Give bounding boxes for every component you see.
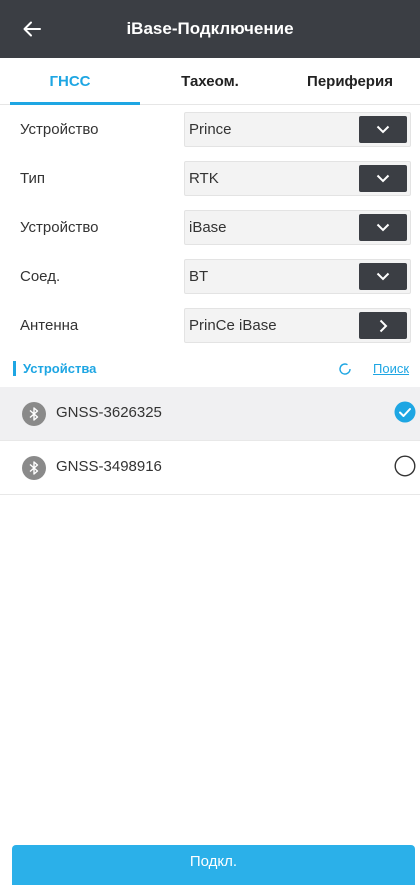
antenna-label: Антенна: [20, 317, 79, 334]
form-row-model: Устройство iBase: [0, 203, 420, 252]
device-value: Prince: [189, 121, 232, 138]
connect-button[interactable]: Подкл.: [12, 845, 415, 885]
device-select[interactable]: Prince: [184, 112, 411, 147]
device-dropdown-button[interactable]: [359, 116, 407, 143]
tab-gnss[interactable]: ГНСС: [0, 58, 140, 105]
device-list: GNSS-3626325 GNSS-3498916: [0, 387, 420, 495]
antenna-value: PrinCe iBase: [189, 317, 277, 334]
type-select[interactable]: RTK: [184, 161, 411, 196]
chevron-down-icon: [376, 174, 390, 183]
list-item-device-2[interactable]: GNSS-3498916: [0, 441, 420, 495]
form-row-connection: Соед. BT: [0, 252, 420, 301]
chevron-right-icon: [379, 319, 387, 332]
arrow-left-icon: [23, 21, 41, 37]
form-row-antenna: Антенна PrinCe iBase: [0, 301, 420, 350]
type-dropdown-button[interactable]: [359, 165, 407, 192]
device-name: GNSS-3498916: [56, 458, 162, 475]
device-name: GNSS-3626325: [56, 404, 162, 421]
model-label: Устройство: [20, 219, 99, 236]
tab-bar: ГНСС Тахеом. Периферия: [0, 58, 420, 105]
bluetooth-icon: [22, 402, 46, 426]
connection-form: Устройство Prince Тип RTK Устройство iBa…: [0, 105, 420, 350]
tab-peripherals[interactable]: Периферия: [280, 58, 420, 104]
type-value: RTK: [189, 170, 219, 187]
app-header: iBase-Подключение: [0, 0, 420, 58]
connection-value: BT: [189, 268, 209, 285]
search-link[interactable]: Поиск: [373, 361, 409, 376]
devices-header: Устройства Поиск: [0, 352, 420, 386]
tab-total-station[interactable]: Тахеом.: [140, 58, 280, 104]
back-button[interactable]: [16, 13, 48, 45]
devices-title: Устройства: [13, 361, 96, 376]
list-item-device-1[interactable]: GNSS-3626325: [0, 387, 420, 441]
refresh-icon[interactable]: [338, 362, 352, 376]
bluetooth-icon: [22, 456, 46, 480]
antenna-open-button[interactable]: [359, 312, 407, 339]
page-title: iBase-Подключение: [126, 19, 294, 38]
chevron-down-icon: [376, 272, 390, 281]
type-label: Тип: [20, 170, 46, 187]
chevron-down-icon: [376, 125, 390, 134]
model-dropdown-button[interactable]: [359, 214, 407, 241]
chevron-down-icon: [376, 223, 390, 232]
model-value: iBase: [189, 219, 227, 236]
antenna-select[interactable]: PrinCe iBase: [184, 308, 411, 343]
form-row-device: Устройство Prince: [0, 105, 420, 154]
model-select[interactable]: iBase: [184, 210, 411, 245]
form-row-type: Тип RTK: [0, 154, 420, 203]
connection-label: Соед.: [20, 268, 61, 285]
device-label: Устройство: [20, 121, 99, 138]
unchecked-radio-icon[interactable]: [394, 455, 416, 477]
checked-radio-icon[interactable]: [394, 401, 416, 423]
connection-select[interactable]: BT: [184, 259, 411, 294]
connection-dropdown-button[interactable]: [359, 263, 407, 290]
